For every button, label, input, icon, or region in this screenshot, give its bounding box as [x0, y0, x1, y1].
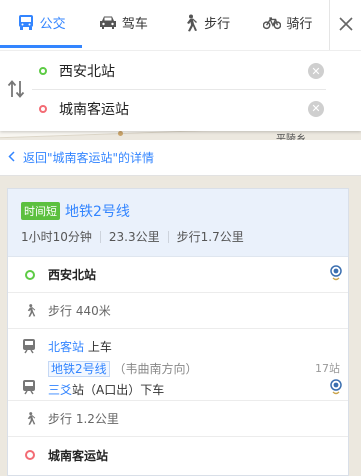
end-station-name: 城南客运站 — [48, 448, 109, 463]
clear-origin-button[interactable]: ✕ — [308, 63, 324, 79]
origin-input[interactable]: 西安北站 — [59, 61, 308, 81]
tab-drive[interactable]: 驾车 — [82, 0, 164, 45]
start-point-icon — [39, 67, 47, 75]
route-detail-card: 时间短 地铁2号线 1小时10分钟 23.3公里 步行1.7公里 西安北站 步行… — [7, 188, 349, 476]
step-start[interactable]: 西安北站 — [8, 257, 348, 293]
location-pin-icon[interactable] — [330, 264, 342, 285]
location-pin-icon[interactable] — [330, 379, 342, 399]
tab-bus[interactable]: 公交 — [0, 0, 83, 48]
tab-drive-label: 驾车 — [121, 17, 148, 32]
start-point-icon — [22, 267, 38, 283]
end-point-icon — [22, 447, 38, 463]
route-name: 地铁2号线 — [65, 204, 130, 220]
step-transit[interactable]: 北客站 上车 地铁2号线 （韦曲南方向） 17站 三爻站（A口出）下车 — [8, 329, 348, 401]
step-walk-1[interactable]: 步行 440米 — [8, 293, 348, 329]
clear-destination-button[interactable]: ✕ — [308, 100, 324, 117]
route-badge: 时间短 — [21, 202, 60, 220]
step-end[interactable]: 城南客运站 — [8, 437, 348, 473]
tab-walk[interactable]: 步行 — [165, 0, 247, 45]
bike-icon — [263, 14, 282, 32]
tab-bike-label: 骑行 — [286, 17, 313, 32]
destination-input[interactable]: 城南客运站 — [59, 99, 308, 119]
board-action: 上车 — [84, 340, 112, 354]
swap-icon — [7, 80, 25, 102]
close-button[interactable] — [329, 0, 361, 50]
map-poi-dot — [118, 131, 123, 136]
route-search-panel: 公交 驾车 步行 骑行 西安北站 ✕ 城南客运站 ✕ — [0, 0, 361, 131]
route-inputs: 西安北站 ✕ 城南客运站 ✕ — [0, 50, 361, 131]
route-summary[interactable]: 时间短 地铁2号线 1小时10分钟 23.3公里 步行1.7公里 — [8, 189, 348, 257]
line-tag[interactable]: 地铁2号线 — [48, 361, 110, 377]
chevron-left-icon — [8, 150, 15, 165]
back-link[interactable]: 返回"城南客运站"的详情 — [0, 140, 361, 176]
alight-station[interactable]: 三爻 — [48, 383, 72, 397]
route-duration: 1小时10分钟 — [21, 231, 101, 243]
clear-icon: ✕ — [311, 102, 321, 115]
alight-line: 三爻站（A口出）下车 — [48, 381, 164, 398]
travel-mode-tabs: 公交 驾车 步行 骑行 — [0, 0, 329, 50]
metro-icon — [22, 379, 36, 398]
walk-1-text: 步行 440米 — [48, 304, 111, 318]
origin-field[interactable]: 西安北站 ✕ — [32, 53, 326, 90]
board-station[interactable]: 北客站 — [48, 340, 84, 354]
step-walk-2[interactable]: 步行 1.2公里 — [8, 401, 348, 437]
walk-2-text: 步行 1.2公里 — [48, 412, 119, 426]
route-steps: 西安北站 步行 440米 北客站 上车 地铁2号线 （韦曲南方向） 17站 三爻… — [8, 257, 348, 473]
board-line: 北客站 上车 — [48, 338, 112, 355]
alight-action: 站（A口出）下车 — [72, 383, 165, 397]
line-direction: （韦曲南方向） — [113, 362, 198, 376]
clear-icon: ✕ — [311, 64, 321, 78]
tab-bus-label: 公交 — [39, 17, 66, 32]
walk-icon — [22, 411, 38, 427]
bus-icon — [17, 14, 35, 32]
line-info: 地铁2号线 （韦曲南方向） — [48, 360, 197, 377]
stop-count: 17站 — [315, 362, 340, 375]
metro-icon — [22, 338, 36, 357]
destination-field[interactable]: 城南客运站 ✕ — [32, 90, 326, 127]
route-walk-distance: 步行1.7公里 — [176, 230, 244, 244]
close-icon — [338, 16, 353, 34]
walk-icon — [181, 14, 199, 32]
tab-bike[interactable]: 骑行 — [247, 0, 329, 45]
tab-walk-label: 步行 — [204, 17, 231, 32]
route-distance: 23.3公里 — [109, 231, 169, 243]
end-point-icon — [39, 104, 47, 113]
back-link-label: 返回"城南客运站"的详情 — [23, 151, 155, 165]
walk-icon — [22, 303, 38, 319]
car-icon — [99, 14, 117, 32]
start-station-name: 西安北站 — [48, 268, 97, 282]
swap-button[interactable] — [7, 79, 27, 101]
